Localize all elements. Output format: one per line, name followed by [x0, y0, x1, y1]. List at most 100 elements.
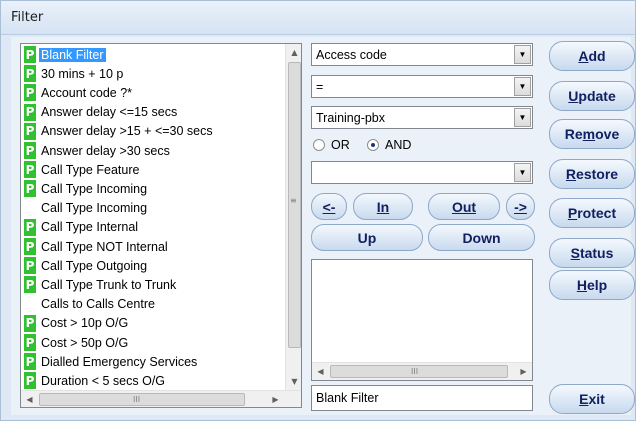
scroll-right-icon[interactable]: ▶: [515, 363, 532, 380]
protect-label-key: P: [567, 205, 578, 221]
move-left-button[interactable]: <-: [311, 193, 347, 220]
add-label-post: dd: [588, 48, 606, 64]
list-item-label: Call Type Internal: [41, 220, 139, 235]
scroll-down-icon[interactable]: ▼: [286, 373, 301, 390]
status-button[interactable]: Status: [549, 238, 635, 268]
list-vertical-scrollbar[interactable]: ▲ ≡ ▼: [285, 44, 301, 390]
list-item[interactable]: P 30 mins + 10 p: [22, 64, 284, 83]
scroll-right-icon[interactable]: ▶: [267, 391, 284, 407]
add-label-key: A: [578, 48, 589, 64]
protected-icon: P: [24, 65, 36, 83]
field-select[interactable]: Access code ▼: [311, 43, 533, 66]
list-item-label: Call Type Incoming: [41, 181, 148, 196]
move-right-button[interactable]: ->: [506, 193, 535, 220]
list-item-label: Duration < 5 secs O/G: [41, 373, 166, 388]
list-item[interactable]: P Answer delay >15 + <=30 secs: [22, 122, 284, 141]
out-button[interactable]: Out: [428, 193, 500, 220]
condition-horizontal-scrollbar[interactable]: ◀ III ▶: [312, 362, 532, 380]
field-select-value: Access code: [316, 48, 387, 62]
protected-icon: P: [24, 142, 36, 159]
restore-label-key: R: [565, 166, 577, 182]
list-hscroll-thumb[interactable]: III: [39, 393, 245, 406]
grip-icon: ≡: [290, 196, 297, 205]
list-item[interactable]: P Dialled Emergency Services: [22, 352, 284, 371]
chevron-down-icon[interactable]: ▼: [514, 163, 531, 182]
list-item-label: Cost > 10p O/G: [41, 316, 129, 331]
out-label: Out: [451, 198, 477, 215]
add-button[interactable]: Add: [549, 41, 635, 71]
protected-icon: P: [24, 238, 36, 255]
scroll-left-icon[interactable]: ◀: [21, 391, 38, 407]
list-item[interactable]: P Call Type Incoming: [22, 179, 284, 198]
down-button[interactable]: Down: [428, 224, 535, 251]
title-bar: Filter: [1, 1, 635, 35]
filter-list-items: P Blank Filter P 30 mins + 10 p P Account cod…: [21, 44, 285, 390]
list-item[interactable]: P Answer delay <=15 secs: [22, 103, 284, 122]
radio-or[interactable]: OR: [313, 138, 350, 152]
operator-select-value: =: [316, 80, 324, 94]
operator-select[interactable]: = ▼: [311, 75, 533, 98]
chevron-down-icon[interactable]: ▼: [514, 108, 531, 127]
in-label: In: [376, 198, 390, 215]
list-scroll-thumb[interactable]: ≡: [288, 62, 301, 348]
update-button[interactable]: Update: [549, 81, 635, 111]
restore-button[interactable]: Restore: [549, 159, 635, 189]
list-item[interactable]: Calls to Calls Centre: [22, 295, 284, 314]
list-item[interactable]: Call Type Incoming: [22, 199, 284, 218]
list-item-label: Calls to Calls Centre: [41, 297, 155, 312]
in-button[interactable]: In: [353, 193, 413, 220]
list-item[interactable]: P Call Type Outgoing: [22, 256, 284, 275]
scroll-left-icon[interactable]: ◀: [312, 363, 329, 380]
protect-label-post: rotect: [577, 205, 617, 221]
filter-list[interactable]: P Blank Filter P 30 mins + 10 p P Account cod…: [20, 43, 302, 408]
radio-or-circle[interactable]: [313, 139, 325, 151]
list-item[interactable]: P Cost > 10p O/G: [22, 314, 284, 333]
radio-and[interactable]: AND: [367, 138, 411, 152]
up-button[interactable]: Up: [311, 224, 423, 251]
protected-icon: P: [24, 103, 36, 121]
remove-button[interactable]: Re m ove: [549, 119, 635, 149]
protected-icon: P: [24, 84, 36, 102]
list-item[interactable]: P Call Type Trunk to Trunk: [22, 275, 284, 294]
protected-icon: P: [24, 314, 36, 332]
window-title: Filter: [11, 10, 44, 25]
move-left-label: <-: [322, 198, 336, 215]
value-select[interactable]: Training-pbx ▼: [311, 106, 533, 129]
list-item-label: Call Type Trunk to Trunk: [41, 277, 177, 292]
list-item[interactable]: P Cost > 50p O/G: [22, 333, 284, 352]
protected-icon: P: [24, 122, 36, 140]
scroll-up-icon[interactable]: ▲: [286, 44, 301, 61]
status-label-key: S: [570, 245, 580, 261]
list-item-label: Blank Filter: [39, 47, 106, 62]
list-item-label: Call Type Incoming: [41, 201, 148, 216]
remove-label-key: m: [582, 126, 596, 142]
help-label-key: H: [576, 277, 587, 293]
list-item[interactable]: P Answer delay >30 secs: [22, 141, 284, 160]
filter-name-field[interactable]: Blank Filter: [311, 385, 533, 411]
protect-button[interactable]: Protect: [549, 198, 635, 228]
extra-select[interactable]: ▼: [311, 161, 533, 184]
chevron-down-icon[interactable]: ▼: [514, 45, 531, 64]
exit-button[interactable]: Exit: [549, 384, 635, 414]
list-item[interactable]: P Call Type Feature: [22, 160, 284, 179]
condition-hscroll-thumb[interactable]: III: [330, 365, 508, 378]
radio-and-label: AND: [385, 138, 412, 152]
help-button[interactable]: Help: [549, 270, 635, 300]
protected-icon: P: [24, 218, 36, 236]
list-item[interactable]: P Duration < 5 secs O/G: [22, 371, 284, 390]
help-label-post: elp: [586, 277, 608, 293]
list-item-label: 30 mins + 10 p: [41, 66, 124, 81]
status-label-post: tatus: [579, 245, 614, 261]
chevron-down-icon[interactable]: ▼: [514, 77, 531, 96]
list-item-label: Call Type NOT Internal: [41, 239, 168, 254]
list-item[interactable]: P Call Type Internal: [22, 218, 284, 237]
list-item[interactable]: P Account code ?*: [22, 83, 284, 102]
radio-and-circle[interactable]: [367, 139, 379, 151]
list-item-label: Answer delay <=15 secs: [41, 105, 178, 120]
list-horizontal-scrollbar[interactable]: ◀ III ▶: [21, 390, 301, 407]
condition-list[interactable]: ◀ III ▶: [311, 259, 533, 381]
list-item-label: Dialled Emergency Services: [41, 354, 198, 369]
list-item[interactable]: P Call Type NOT Internal: [22, 237, 284, 256]
down-label: Down: [462, 229, 501, 246]
list-item[interactable]: P Blank Filter: [22, 45, 284, 64]
